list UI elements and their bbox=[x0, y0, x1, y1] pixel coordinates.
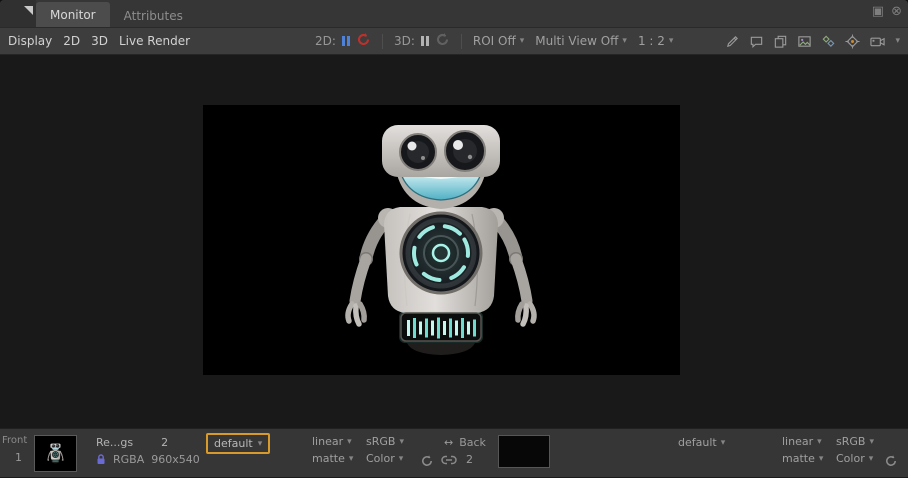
panel-menu-icon bbox=[24, 6, 33, 15]
buffer-resolution: 960x540 bbox=[151, 453, 200, 466]
render-canvas[interactable] bbox=[203, 105, 680, 375]
chevron-down-icon: ▾ bbox=[622, 36, 627, 46]
image-icon[interactable] bbox=[797, 34, 812, 49]
mode-3d-button[interactable]: 3D bbox=[91, 34, 108, 48]
buffer-name: Re...gs bbox=[96, 436, 133, 449]
chevron-down-icon: ▾ bbox=[817, 437, 822, 447]
roi-label: ROI Off bbox=[473, 34, 516, 48]
monitor-viewport[interactable] bbox=[0, 55, 908, 428]
display-transform-label: sRGB bbox=[366, 435, 395, 448]
chevron-down-icon: ▾ bbox=[399, 454, 404, 464]
robot-thumbnail-image bbox=[35, 436, 76, 471]
update-icon[interactable] bbox=[420, 454, 434, 471]
front-colorspace-controls: linear ▾ sRGB ▾ matte ▾ Color ▾ bbox=[312, 435, 404, 465]
chevron-down-icon: ▾ bbox=[721, 438, 726, 448]
tab-attributes-label: Attributes bbox=[124, 9, 183, 23]
chevron-down-icon: ▾ bbox=[347, 437, 352, 447]
copy-icon[interactable] bbox=[773, 34, 788, 49]
right-update-icon[interactable] bbox=[884, 454, 898, 471]
lock-icon bbox=[96, 454, 106, 465]
target-icon[interactable] bbox=[845, 34, 860, 49]
right-channel-mode-dropdown[interactable]: Color ▾ bbox=[836, 452, 874, 465]
chevron-down-icon: ▾ bbox=[349, 454, 354, 464]
chevron-down-icon[interactable]: ▾ bbox=[895, 36, 900, 46]
right-matte-label: matte bbox=[782, 452, 815, 465]
pen-icon[interactable] bbox=[725, 34, 740, 49]
matte-dropdown[interactable]: matte ▾ bbox=[312, 452, 366, 465]
tab-monitor[interactable]: Monitor bbox=[36, 2, 110, 27]
loop-2d-icon[interactable] bbox=[356, 32, 371, 50]
right-channel-mode-label: Color bbox=[836, 452, 865, 465]
chevron-down-icon: ▾ bbox=[669, 36, 674, 46]
front-buffer-index: 1 bbox=[15, 451, 22, 464]
tab-monitor-label: Monitor bbox=[50, 8, 96, 22]
right-matte-dropdown[interactable]: matte ▾ bbox=[782, 452, 836, 465]
display-transform-dropdown[interactable]: sRGB ▾ bbox=[366, 435, 404, 448]
right-colorspace-label: linear bbox=[782, 435, 813, 448]
pause-2d-icon[interactable] bbox=[342, 36, 350, 46]
monitor-panel: Monitor Attributes ▣ ⊗ Display 2D 3D Liv… bbox=[0, 0, 908, 478]
colorspace-label: linear bbox=[312, 435, 343, 448]
back-buffer-index: 2 bbox=[466, 453, 473, 466]
right-colorspace-dropdown[interactable]: linear ▾ bbox=[782, 435, 836, 448]
live-render-button[interactable]: Live Render bbox=[119, 34, 190, 48]
right-display-transform-label: sRGB bbox=[836, 435, 865, 448]
ratio-label: 1 : 2 bbox=[638, 34, 665, 48]
multi-view-label: Multi View Off bbox=[535, 34, 618, 48]
robot-render-image bbox=[203, 105, 680, 375]
pause-3d-icon[interactable] bbox=[421, 36, 429, 46]
matte-label: matte bbox=[312, 452, 345, 465]
tab-attributes[interactable]: Attributes bbox=[110, 4, 197, 27]
buffer-count: 2 bbox=[161, 436, 168, 449]
chevron-down-icon: ▾ bbox=[819, 454, 824, 464]
front-buffer-thumbnail[interactable] bbox=[34, 435, 77, 472]
tab-bar: Monitor Attributes ▣ ⊗ bbox=[0, 0, 908, 28]
chevron-down-icon: ▾ bbox=[869, 437, 874, 447]
chevron-down-icon: ▾ bbox=[520, 36, 525, 46]
channel-mode-dropdown[interactable]: Color ▾ bbox=[366, 452, 404, 465]
group-3d-controls: 3D: bbox=[394, 32, 450, 50]
right-layer-label: default bbox=[678, 436, 717, 449]
right-layer-dropdown[interactable]: default ▾ bbox=[678, 436, 725, 449]
toolbar-separator bbox=[382, 34, 383, 49]
window-controls: ▣ ⊗ bbox=[872, 4, 902, 19]
link-icon[interactable] bbox=[441, 454, 457, 469]
mode-2d-button[interactable]: 2D bbox=[63, 34, 80, 48]
back-buffer-group: ↔ Back bbox=[444, 436, 486, 449]
back-buffer-label: Back bbox=[459, 436, 486, 449]
label-2d: 2D: bbox=[315, 34, 336, 48]
group-2d-controls: 2D: bbox=[315, 32, 371, 50]
display-menu[interactable]: Display bbox=[8, 34, 52, 48]
chevron-down-icon: ▾ bbox=[258, 439, 263, 449]
multi-view-dropdown[interactable]: Multi View Off ▾ bbox=[535, 34, 627, 48]
colorspace-dropdown[interactable]: linear ▾ bbox=[312, 435, 366, 448]
camera-icon[interactable] bbox=[869, 34, 886, 49]
comment-icon[interactable] bbox=[749, 34, 764, 49]
chevron-down-icon: ▾ bbox=[399, 437, 404, 447]
buffer-channels: RGBA bbox=[113, 453, 144, 466]
layer-label: default bbox=[214, 437, 253, 450]
label-3d: 3D: bbox=[394, 34, 415, 48]
right-display-transform-dropdown[interactable]: sRGB ▾ bbox=[836, 435, 874, 448]
close-icon[interactable]: ⊗ bbox=[891, 4, 902, 19]
back-buffer-thumbnail[interactable] bbox=[498, 435, 550, 468]
layer-dropdown-selected[interactable]: default ▾ bbox=[206, 433, 270, 454]
roi-dropdown[interactable]: ROI Off ▾ bbox=[473, 34, 524, 48]
toolbar-icon-group: ▾ bbox=[725, 34, 900, 49]
ratio-dropdown[interactable]: 1 : 2 ▾ bbox=[638, 34, 673, 48]
swap-buffers-icon[interactable]: ↔ bbox=[444, 436, 453, 449]
buffer-name-row: Re...gs 2 bbox=[96, 436, 168, 449]
float-panel-icon[interactable]: ▣ bbox=[872, 4, 884, 19]
swatches-icon[interactable] bbox=[821, 34, 836, 49]
panel-menu[interactable] bbox=[0, 0, 36, 27]
loop-3d-icon[interactable] bbox=[435, 32, 450, 50]
back-colorspace-controls: linear ▾ sRGB ▾ matte ▾ Color ▾ bbox=[782, 435, 874, 465]
status-bar: Front 1 Re...gs 2 RGBA 960x540 default ▾… bbox=[0, 428, 908, 477]
chevron-down-icon: ▾ bbox=[869, 454, 874, 464]
channel-mode-label: Color bbox=[366, 452, 395, 465]
buffer-channel-row: RGBA 960x540 bbox=[96, 453, 200, 466]
toolbar-separator bbox=[461, 34, 462, 49]
front-buffer-label: Front bbox=[2, 435, 27, 446]
monitor-toolbar: Display 2D 3D Live Render 2D: 3D: ROI Of… bbox=[0, 28, 908, 55]
